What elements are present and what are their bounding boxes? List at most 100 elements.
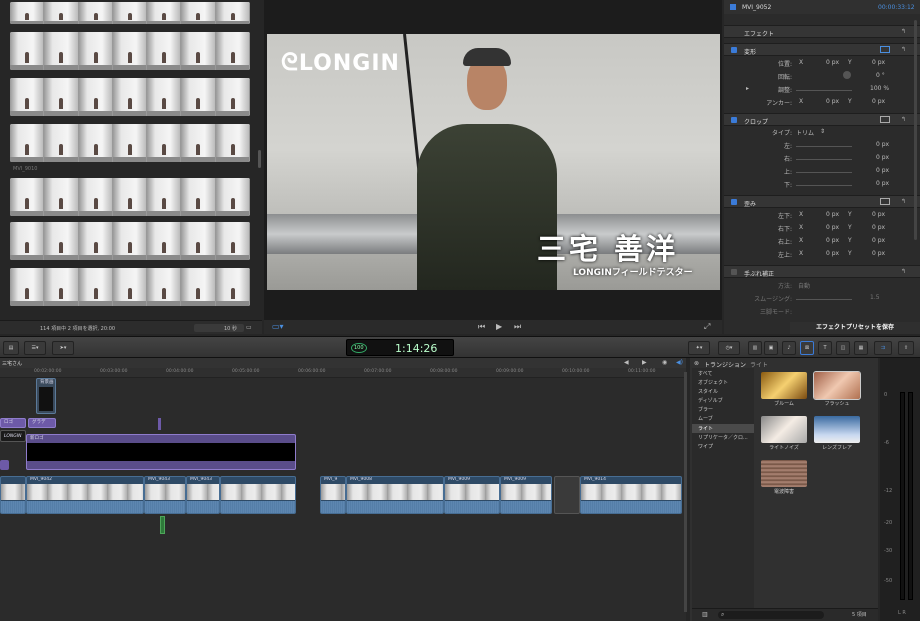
- back-icon[interactable]: ◀: [624, 359, 629, 366]
- filmstrip[interactable]: [10, 124, 250, 162]
- transform-section[interactable]: 変形 ↰: [724, 43, 920, 56]
- section-label: エフェクト: [744, 31, 775, 38]
- reset-icon[interactable]: ↰: [901, 268, 906, 275]
- category-item[interactable]: ワイプ: [698, 443, 713, 450]
- enable-checkbox[interactable]: [731, 117, 737, 123]
- crop-right-slider[interactable]: [796, 159, 852, 160]
- time-ruler[interactable]: 00:02:00:00 00:03:00:00 00:04:00:00 00:0…: [0, 368, 686, 378]
- video-clip[interactable]: [0, 476, 26, 514]
- reset-icon[interactable]: ↰: [901, 46, 906, 53]
- title-clip[interactable]: [0, 460, 9, 470]
- enable-checkbox[interactable]: [731, 199, 737, 205]
- play-icon[interactable]: ▶: [496, 322, 502, 331]
- video-clip[interactable]: MVI_9008: [346, 476, 444, 514]
- themes-icon[interactable]: ▦: [854, 341, 868, 355]
- video-clip[interactable]: MVI_9043: [186, 476, 220, 514]
- effects-section[interactable]: エフェクト ↰: [724, 25, 920, 38]
- retime-icon[interactable]: ◷▾: [718, 341, 740, 355]
- gap-clip[interactable]: [554, 476, 580, 514]
- enable-checkbox[interactable]: [731, 269, 737, 275]
- title-clip-gradient[interactable]: グラデ: [28, 418, 56, 428]
- background-clip[interactable]: 背景画: [36, 378, 56, 414]
- category-item[interactable]: すべて: [698, 370, 712, 377]
- audio-skimming-icon[interactable]: ◀): [676, 359, 683, 366]
- category-item[interactable]: ディゾルブ: [698, 397, 723, 404]
- music-icon[interactable]: ♪: [782, 341, 796, 355]
- transitions-browser-icon[interactable]: ⊠: [800, 341, 814, 355]
- category-item[interactable]: ブラー: [698, 406, 713, 413]
- magic-wand-icon[interactable]: ✦▾: [688, 341, 710, 355]
- filmstrip[interactable]: [10, 2, 250, 24]
- filmstrip[interactable]: [10, 78, 250, 116]
- reset-icon[interactable]: ↰: [901, 198, 906, 205]
- crop-type-select[interactable]: トリム: [796, 128, 814, 137]
- video-clip[interactable]: MVI_9009: [500, 476, 552, 514]
- section-label: 歪み: [744, 201, 757, 208]
- fullscreen-icon[interactable]: ⤢: [704, 322, 710, 332]
- crop-section[interactable]: クロップ ↰: [724, 113, 920, 126]
- logo-clip[interactable]: LONGIN: [0, 430, 26, 442]
- transition-lens-flare-thumb[interactable]: [814, 416, 860, 443]
- reset-icon[interactable]: ↰: [901, 116, 906, 123]
- crop-top-slider[interactable]: [796, 172, 852, 173]
- crop-onscreen-icon[interactable]: [880, 116, 890, 123]
- category-item[interactable]: スタイル: [698, 388, 718, 395]
- video-clip[interactable]: MVI_9014: [580, 476, 682, 514]
- save-effects-preset-button[interactable]: エフェクトプリセットを保存: [790, 322, 920, 334]
- video-clip[interactable]: MVI_9043: [144, 476, 186, 514]
- transition-light-noise-thumb[interactable]: [761, 416, 807, 443]
- select-tool-icon[interactable]: ➤▾: [52, 341, 74, 355]
- category-item-selected[interactable]: ライト: [698, 425, 713, 432]
- timecode-display[interactable]: 100 1:14:26: [346, 339, 454, 356]
- browser-view-icon[interactable]: ▥: [748, 341, 762, 355]
- titles-icon[interactable]: T: [818, 341, 832, 355]
- filmstrip-settings-icon[interactable]: ▭: [246, 324, 252, 331]
- filmstrip[interactable]: [10, 178, 250, 216]
- share-icon[interactable]: ⇪: [898, 341, 914, 355]
- project-library-icon[interactable]: ▤: [3, 341, 19, 355]
- category-item[interactable]: ムーブ: [698, 415, 713, 422]
- forward-icon[interactable]: ▶: [642, 359, 647, 366]
- enable-checkbox[interactable]: [731, 47, 737, 53]
- video-clip[interactable]: MVI_9: [320, 476, 346, 514]
- category-item[interactable]: リプリケータ／クロ...: [698, 434, 748, 441]
- photos-icon[interactable]: ▣: [764, 341, 778, 355]
- share-destinations-icon[interactable]: ⇉: [874, 341, 892, 355]
- view-options-icon[interactable]: ▭▾: [272, 322, 284, 331]
- search-field[interactable]: ⌕: [718, 611, 824, 619]
- rotation-dial[interactable]: [843, 71, 851, 79]
- previous-frame-icon[interactable]: ⏮: [478, 322, 485, 332]
- inspector-scrollbar[interactable]: [914, 20, 917, 240]
- new-logo-title-clip[interactable]: 新ロゴ: [26, 434, 296, 470]
- smoothing-slider[interactable]: [796, 299, 852, 300]
- scale-slider[interactable]: [796, 90, 852, 91]
- timeline-scrollbar[interactable]: [684, 372, 687, 612]
- video-clip[interactable]: [220, 476, 296, 514]
- filmstrip[interactable]: [10, 222, 250, 260]
- title-marker[interactable]: [158, 418, 161, 430]
- sidebar-toggle-icon[interactable]: ▥: [702, 611, 708, 618]
- crop-bottom-slider[interactable]: [796, 185, 852, 186]
- reset-icon[interactable]: ↰: [901, 28, 906, 35]
- browser-scrollbar[interactable]: [258, 150, 261, 168]
- stabilization-section[interactable]: 手ぶれ補正 ↰: [724, 265, 920, 278]
- transition-bloom-thumb[interactable]: [761, 372, 807, 399]
- video-clip[interactable]: MVI_9042: [26, 476, 144, 514]
- crop-left-slider[interactable]: [796, 146, 852, 147]
- title-clip-logo[interactable]: ロゴ: [0, 418, 26, 428]
- solo-icon[interactable]: ◉: [662, 359, 667, 366]
- transform-onscreen-icon[interactable]: [880, 46, 890, 53]
- video-frame[interactable]: ᘓLONGIN 三宅 善洋 LONGINフィールドテスター: [267, 34, 720, 290]
- distort-onscreen-icon[interactable]: [880, 198, 890, 205]
- index-icon[interactable]: ☰▾: [24, 341, 46, 355]
- next-frame-icon[interactable]: ⏭: [514, 322, 521, 332]
- category-item[interactable]: オブジェクト: [698, 379, 728, 386]
- filmstrip[interactable]: [10, 268, 250, 306]
- distort-section[interactable]: 歪み ↰: [724, 195, 920, 208]
- generators-icon[interactable]: ◫: [836, 341, 850, 355]
- video-clip[interactable]: MVI_9009: [444, 476, 500, 514]
- audio-clip[interactable]: [160, 516, 165, 534]
- transition-static-thumb[interactable]: [761, 460, 807, 487]
- filmstrip[interactable]: [10, 32, 250, 70]
- transition-flash-thumb[interactable]: [813, 371, 861, 400]
